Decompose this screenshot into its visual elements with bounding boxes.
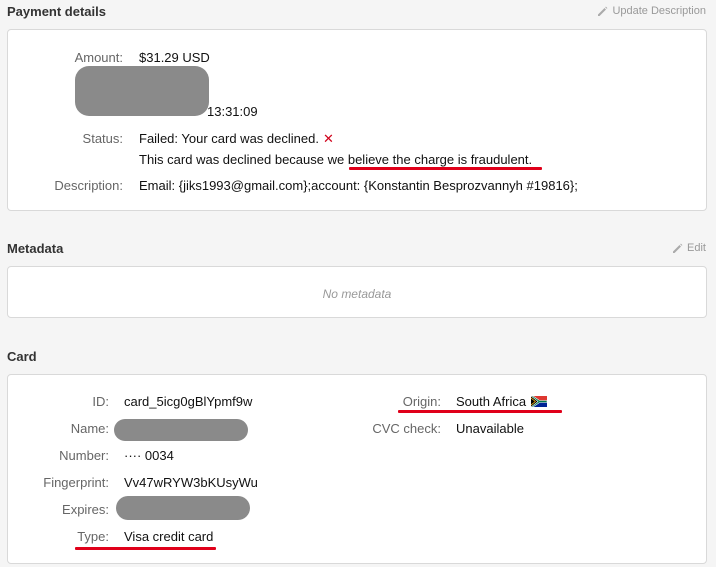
card-fingerprint-value: Vv47wRYW3bKUsyWu bbox=[124, 475, 258, 490]
decline-reason-prefix: This card was declined because we bbox=[139, 152, 348, 167]
origin-underline-annotation bbox=[398, 410, 562, 413]
edit-metadata-button[interactable]: Edit bbox=[672, 242, 706, 254]
card-cvc-value: Unavailable bbox=[456, 421, 524, 436]
pencil-icon bbox=[597, 6, 608, 17]
card-fingerprint-label: Fingerprint: bbox=[43, 475, 109, 490]
card-type-value: Visa credit card bbox=[124, 529, 214, 544]
update-description-button[interactable]: Update Description bbox=[597, 5, 706, 17]
metadata-panel: No metadata bbox=[7, 266, 707, 318]
card-origin-value: South Africa bbox=[456, 394, 548, 410]
no-metadata-text: No metadata bbox=[322, 287, 392, 301]
card-expires-label: Expires: bbox=[62, 502, 109, 517]
redacted-expiry bbox=[116, 496, 250, 520]
card-id-label: ID: bbox=[92, 394, 109, 409]
status-value: Failed: Your card was declined. ✕ bbox=[139, 131, 334, 147]
amount-label: Amount: bbox=[74, 50, 123, 65]
metadata-header: Metadata Edit bbox=[7, 241, 708, 261]
amount-value: $31.29 USD bbox=[139, 50, 210, 65]
card-number-value: ···· 0034 bbox=[124, 448, 174, 463]
card-number-label: Number: bbox=[59, 448, 109, 463]
metadata-title: Metadata bbox=[7, 241, 64, 256]
status-label: Status: bbox=[82, 131, 123, 146]
timestamp-time: 13:31:09 bbox=[207, 104, 258, 119]
status-text: Failed: Your card was declined. bbox=[139, 131, 319, 146]
update-description-label: Update Description bbox=[612, 5, 706, 17]
payment-details-header: Payment details Update Description bbox=[7, 4, 708, 24]
payment-details-panel: Amount: $31.29 USD 13:31:09 Status: Fail… bbox=[7, 29, 707, 211]
x-icon: ✕ bbox=[322, 131, 334, 146]
description-value: Email: {jiks1993@gmail.com};account: {Ko… bbox=[139, 178, 578, 193]
card-header: Card bbox=[7, 349, 708, 369]
redacted-date bbox=[75, 66, 209, 116]
card-origin-text: South Africa bbox=[456, 394, 527, 409]
edit-label: Edit bbox=[687, 242, 706, 254]
card-type-label: Type: bbox=[77, 529, 109, 544]
south-africa-flag-icon bbox=[530, 395, 548, 410]
card-origin-label: Origin: bbox=[402, 394, 441, 409]
description-label: Description: bbox=[54, 178, 123, 193]
card-name-label: Name: bbox=[70, 421, 109, 436]
fraud-underline-annotation bbox=[349, 167, 542, 170]
card-id-value: card_5icg0gBlYpmf9w bbox=[124, 394, 253, 409]
card-cvc-label: CVC check: bbox=[372, 421, 441, 436]
payment-details-title: Payment details bbox=[7, 4, 106, 19]
card-panel: ID: card_5icg0gBlYpmf9w Name: Number: ··… bbox=[7, 374, 707, 564]
decline-reason: This card was declined because we believ… bbox=[139, 152, 532, 167]
decline-reason-highlight: believe the charge is fraudulent. bbox=[347, 152, 533, 167]
type-underline-annotation bbox=[75, 547, 216, 550]
redacted-card-name bbox=[114, 419, 248, 441]
card-title: Card bbox=[7, 349, 37, 364]
pencil-icon bbox=[672, 243, 683, 254]
